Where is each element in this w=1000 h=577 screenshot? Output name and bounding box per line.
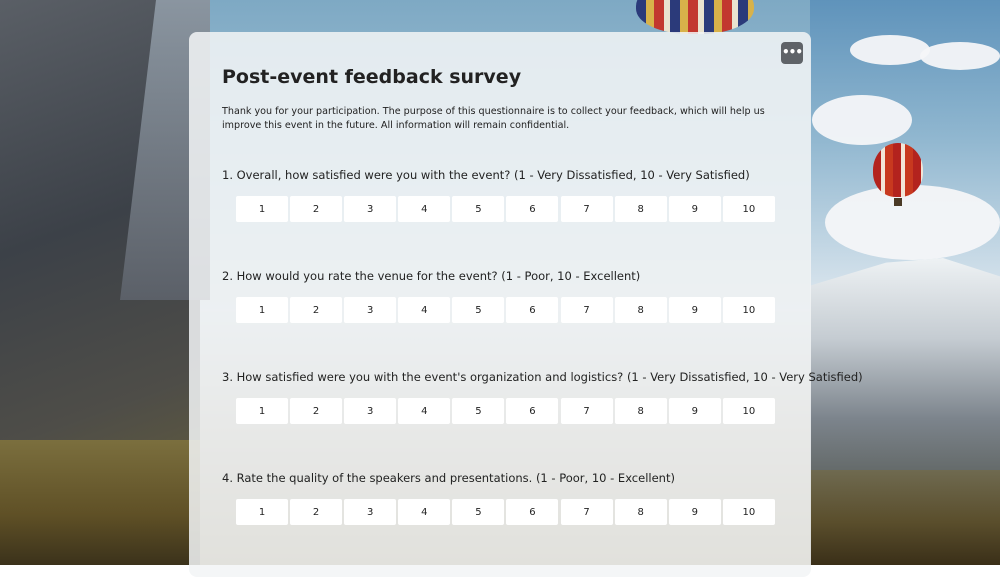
rating-option-4[interactable]: 4	[398, 398, 451, 424]
rating-option-3[interactable]: 3	[344, 196, 397, 222]
hot-air-balloon	[636, 0, 754, 34]
rating-option-9[interactable]: 9	[668, 196, 721, 222]
question-2-scale: 1 2 3 4 5 6 7 8 9 10	[236, 297, 777, 323]
rating-option-2[interactable]: 2	[290, 196, 343, 222]
rating-option-9[interactable]: 9	[668, 499, 721, 525]
question-3-text: 3. How satisfied were you with the event…	[222, 370, 863, 384]
rating-option-4[interactable]: 4	[398, 297, 451, 323]
rating-option-6[interactable]: 6	[506, 398, 559, 424]
rating-option-5[interactable]: 5	[452, 196, 505, 222]
rating-option-10[interactable]: 10	[722, 196, 775, 222]
survey-panel: ••• Post-event feedback survey Thank you…	[189, 32, 863, 577]
rating-option-10[interactable]: 10	[722, 297, 775, 323]
rating-option-1[interactable]: 1	[236, 297, 288, 323]
rating-option-1[interactable]: 1	[236, 499, 288, 525]
rating-option-8[interactable]: 8	[614, 398, 667, 424]
cloud	[850, 35, 930, 65]
rating-option-4[interactable]: 4	[398, 499, 451, 525]
rating-option-3[interactable]: 3	[344, 297, 397, 323]
survey-intro: Thank you for your participation. The pu…	[222, 106, 765, 131]
rating-option-8[interactable]: 8	[614, 499, 667, 525]
rating-option-8[interactable]: 8	[614, 297, 667, 323]
ground-right	[810, 470, 1000, 565]
survey-title: Post-event feedback survey	[222, 66, 522, 88]
rating-option-8[interactable]: 8	[614, 196, 667, 222]
cloud	[920, 42, 1000, 70]
rating-option-6[interactable]: 6	[506, 499, 559, 525]
question-2-text: 2. How would you rate the venue for the …	[222, 269, 641, 283]
rating-option-6[interactable]: 6	[506, 297, 559, 323]
more-options-button[interactable]: •••	[781, 42, 803, 64]
rating-option-7[interactable]: 7	[560, 499, 613, 525]
hot-air-balloon-small	[873, 143, 923, 197]
rating-option-10[interactable]: 10	[722, 499, 775, 525]
rating-option-1[interactable]: 1	[236, 398, 288, 424]
rating-option-3[interactable]: 3	[344, 499, 397, 525]
rating-option-4[interactable]: 4	[398, 196, 451, 222]
question-3-scale: 1 2 3 4 5 6 7 8 9 10	[236, 398, 777, 424]
rating-option-5[interactable]: 5	[452, 499, 505, 525]
rating-option-5[interactable]: 5	[452, 297, 505, 323]
rating-option-1[interactable]: 1	[236, 196, 288, 222]
rating-option-2[interactable]: 2	[290, 499, 343, 525]
question-1-scale: 1 2 3 4 5 6 7 8 9 10	[236, 196, 777, 222]
rating-option-7[interactable]: 7	[560, 196, 613, 222]
rating-option-7[interactable]: 7	[560, 297, 613, 323]
rating-option-9[interactable]: 9	[668, 297, 721, 323]
rating-option-9[interactable]: 9	[668, 398, 721, 424]
rating-option-5[interactable]: 5	[452, 398, 505, 424]
rating-option-7[interactable]: 7	[560, 398, 613, 424]
question-1-text: 1. Overall, how satisfied were you with …	[222, 168, 750, 182]
rating-option-6[interactable]: 6	[506, 196, 559, 222]
rating-option-2[interactable]: 2	[290, 297, 343, 323]
cloud	[825, 185, 1000, 260]
question-4-text: 4. Rate the quality of the speakers and …	[222, 471, 675, 485]
rating-option-3[interactable]: 3	[344, 398, 397, 424]
ground-left	[0, 440, 200, 565]
cloud	[812, 95, 912, 145]
rating-option-10[interactable]: 10	[722, 398, 775, 424]
rating-option-2[interactable]: 2	[290, 398, 343, 424]
question-4-scale: 1 2 3 4 5 6 7 8 9 10	[236, 499, 777, 525]
balloon-basket	[894, 198, 902, 206]
